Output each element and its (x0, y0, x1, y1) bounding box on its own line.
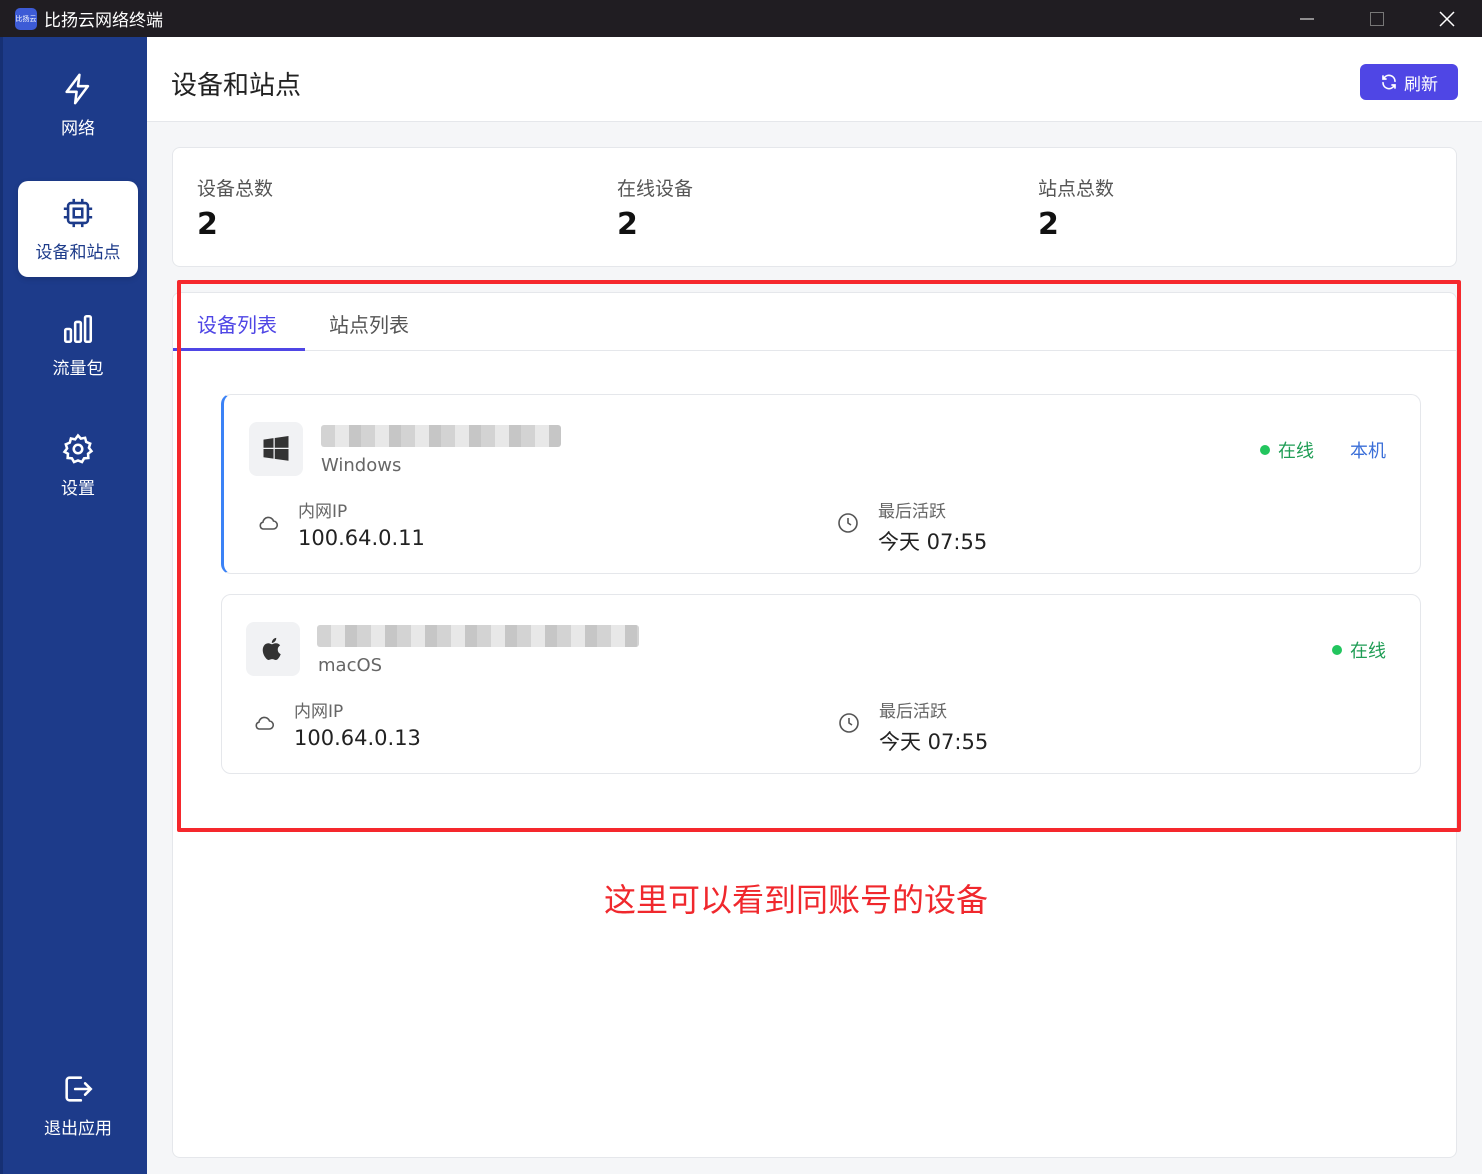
title-bar: 比扬云 比扬云网络终端 (0, 0, 1482, 37)
stat-value: 2 (197, 207, 218, 242)
stat-value: 2 (1038, 207, 1059, 242)
stat-online-devices: 在线设备 2 (617, 174, 693, 242)
close-button[interactable] (1412, 0, 1482, 37)
sidebar-item-label: 流量包 (52, 358, 104, 379)
refresh-button[interactable]: 刷新 (1360, 64, 1458, 100)
app-logo-text: 比扬云 (15, 14, 37, 23)
stat-value: 2 (617, 207, 638, 242)
chip-icon (63, 198, 93, 227)
minimize-button[interactable] (1272, 0, 1342, 37)
refresh-icon (1382, 74, 1396, 90)
stat-label: 在线设备 (617, 178, 694, 200)
gear-icon (62, 433, 94, 464)
logout-button[interactable]: 退出应用 (18, 1057, 138, 1153)
sidebar: 网络 设备和站点 流量包 设置 退出应用 (0, 37, 147, 1174)
window-title: 比扬云网络终端 (44, 11, 163, 31)
sidebar-item-devices-sites[interactable]: 设备和站点 (18, 181, 138, 277)
logout-label: 退出应用 (44, 1118, 112, 1139)
stat-label: 站点总数 (1038, 178, 1115, 200)
app-logo-icon: 比扬云 (15, 7, 37, 30)
sidebar-item-settings[interactable]: 设置 (18, 417, 138, 513)
refresh-label: 刷新 (1404, 74, 1438, 95)
logout-icon (65, 1075, 93, 1102)
stat-label: 设备总数 (197, 178, 274, 200)
sidebar-item-label: 设备和站点 (35, 242, 121, 263)
stats-card: 设备总数 2 在线设备 2 站点总数 2 (172, 147, 1457, 267)
sidebar-item-label: 设置 (61, 478, 95, 499)
highlight-box (177, 280, 1461, 832)
minimize-icon (1300, 18, 1314, 19)
sidebar-item-traffic[interactable]: 流量包 (18, 297, 138, 393)
maximize-button[interactable] (1342, 0, 1412, 37)
bar-chart-icon (63, 314, 93, 343)
page-title: 设备和站点 (171, 71, 302, 101)
sidebar-item-label: 网络 (61, 118, 95, 139)
sidebar-item-network[interactable]: 网络 (18, 57, 138, 153)
stat-total-devices: 设备总数 2 (197, 174, 273, 242)
lightning-icon (65, 73, 90, 104)
close-icon (1439, 10, 1455, 27)
annotation-text: 这里可以看到同账号的设备 (604, 881, 989, 919)
page-header: 设备和站点 刷新 (147, 37, 1482, 122)
maximize-icon (1370, 11, 1384, 26)
stat-total-sites: 站点总数 2 (1038, 174, 1114, 242)
